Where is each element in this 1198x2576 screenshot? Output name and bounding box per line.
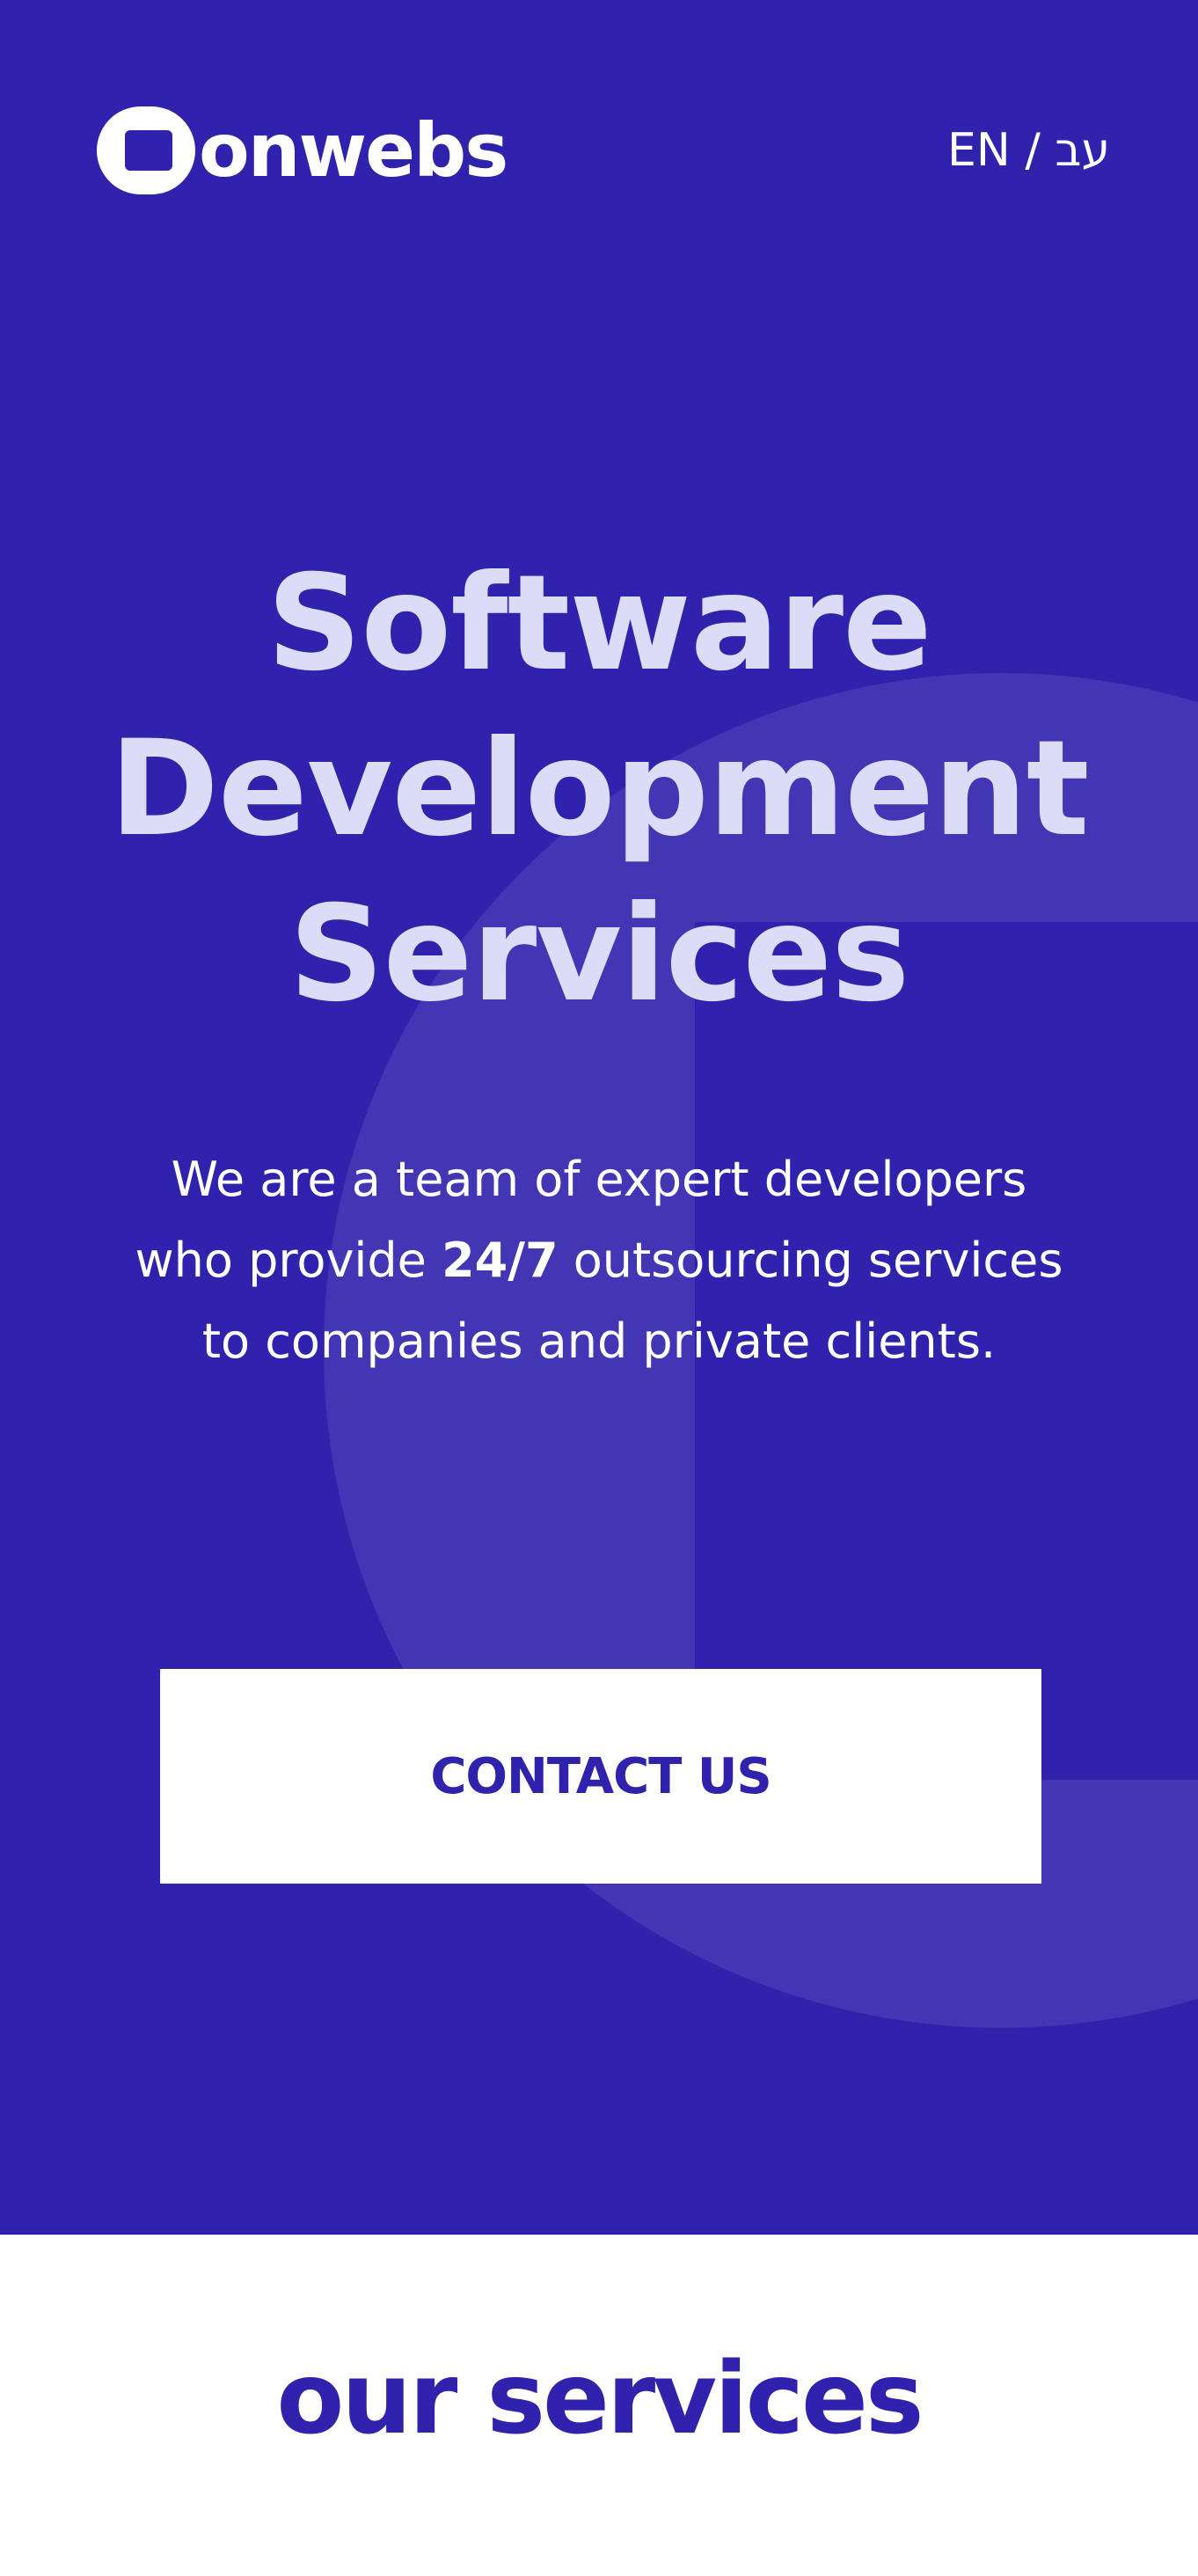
hero-desc-line-2-pre: who provide: [135, 1233, 442, 1288]
hero-desc-line-2: who provide 24/7 outsourcing services: [70, 1220, 1128, 1301]
hero-desc-line-1: We are a team of expert developers: [171, 1152, 1027, 1207]
lang-he-link[interactable]: עב: [1055, 121, 1110, 181]
logo-text: onwebs: [199, 107, 508, 194]
hero-desc-line-2-post: outsourcing services: [558, 1233, 1063, 1288]
hero-description: We are a team of expert developers who p…: [70, 1139, 1128, 1382]
logo-icon: [97, 106, 195, 194]
language-switcher: EN / עב: [947, 121, 1110, 181]
lang-en-link[interactable]: EN: [947, 121, 1011, 181]
services-section: our services: [0, 2235, 1198, 2576]
lang-separator: /: [1025, 124, 1041, 177]
hero-title-line-2: Development: [109, 713, 1089, 866]
site-header: onwebs EN / עב: [97, 104, 1110, 197]
hero-desc-highlight: 24/7: [442, 1233, 559, 1288]
contact-us-button[interactable]: CONTACT US: [160, 1669, 1041, 1884]
hero-desc-line-3: to companies and private clients.: [201, 1314, 997, 1369]
hero-title-line-3: Services: [289, 878, 910, 1031]
services-title: our services: [276, 2342, 924, 2456]
hero-title: Software Development Services: [0, 541, 1198, 1037]
logo-link[interactable]: onwebs: [97, 104, 508, 197]
hero-section: onwebs EN / עב Software Development Serv…: [0, 0, 1198, 2235]
hero-title-line-1: Software: [267, 547, 932, 700]
